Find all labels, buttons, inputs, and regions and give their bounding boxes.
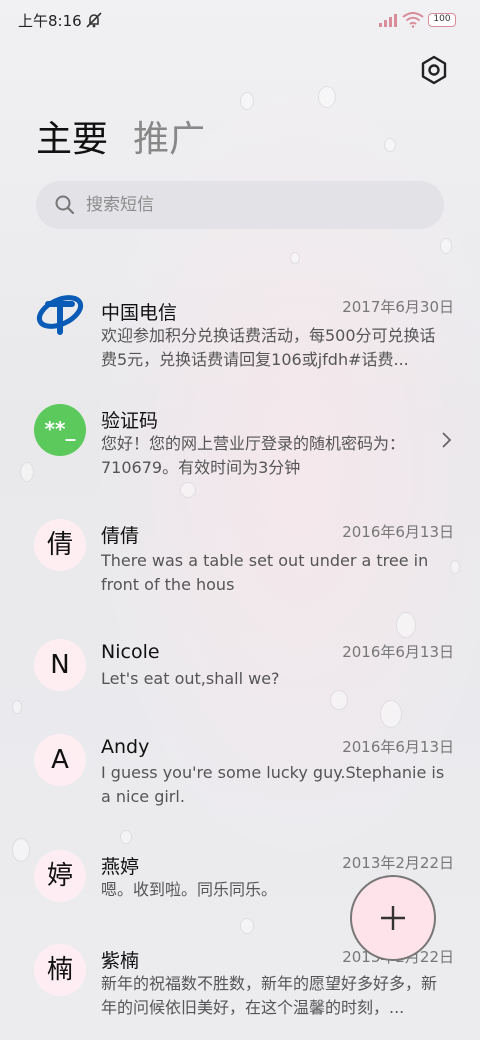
- contact-name: Andy: [101, 736, 150, 758]
- contact-name: 燕婷: [101, 856, 140, 878]
- contact-name: 中国电信: [101, 302, 178, 324]
- avatar: A: [34, 734, 86, 786]
- message-date: 2017年6月30日: [342, 298, 454, 316]
- battery-icon: 100: [428, 13, 456, 27]
- message-preview: I guess you're some lucky guy.Stephanie …: [101, 763, 445, 806]
- conversation-item[interactable]: N Nicole 2016年6月13日 Let's eat out,shall …: [0, 635, 480, 705]
- message-date: 2013年2月22日: [342, 854, 454, 872]
- search-input[interactable]: [86, 181, 426, 229]
- conversation-item[interactable]: 倩 倩倩 2016年6月13日 There was a table set ou…: [0, 515, 480, 605]
- contact-name: Nicole: [101, 641, 160, 663]
- avatar: 倩: [34, 519, 86, 571]
- chevron-right-icon[interactable]: [440, 430, 454, 450]
- verification-code-icon: **_: [34, 404, 86, 456]
- signal-icon: [379, 14, 397, 27]
- tab-main[interactable]: 主要: [36, 116, 108, 164]
- contact-name: 紫楠: [101, 950, 140, 972]
- message-preview: Let's eat out,shall we?: [101, 669, 280, 688]
- contact-name: 验证码: [101, 410, 159, 432]
- message-date: 2016年6月13日: [342, 738, 454, 756]
- conversation-item[interactable]: 中国电信 2017年6月30日 欢迎参加积分兑换话费活动，每500分可兑换话费5…: [0, 280, 480, 380]
- search-bar[interactable]: [36, 181, 444, 229]
- avatar: 婷: [34, 850, 86, 902]
- conversation-item[interactable]: **_ 验证码 您好！您的网上营业厅登录的随机密码为：710679。有效时间为3…: [0, 398, 480, 488]
- status-bar: 上午8:16 100: [0, 0, 480, 40]
- avatar: N: [34, 639, 86, 691]
- message-date: 2016年6月13日: [342, 643, 454, 661]
- avatar: 楠: [34, 944, 86, 996]
- gear-icon[interactable]: [418, 54, 450, 86]
- status-time: 上午8:16: [18, 12, 82, 30]
- china-telecom-logo-icon: [36, 295, 84, 335]
- message-preview: There was a table set out under a tree i…: [101, 551, 429, 594]
- contact-name: 倩倩: [101, 525, 140, 547]
- mute-icon: [86, 12, 102, 28]
- message-preview: 您好！您的网上营业厅登录的随机密码为：710679。有效时间为3分钟: [101, 434, 406, 477]
- tab-promotions[interactable]: 推广: [133, 116, 205, 164]
- message-preview: 欢迎参加积分兑换话费活动，每500分可兑换话费5元，兑换话费请回复106或jfd…: [101, 326, 436, 369]
- plus-icon: [381, 906, 405, 930]
- message-date: 2016年6月13日: [342, 523, 454, 541]
- new-message-button[interactable]: [350, 875, 436, 961]
- search-icon: [55, 195, 75, 215]
- message-preview: 新年的祝福数不胜数，新年的愿望好多好多，新年的问候依旧美好，在这个温馨的时刻，.…: [101, 974, 438, 1017]
- conversation-item[interactable]: A Andy 2016年6月13日 I guess you're some lu…: [0, 730, 480, 820]
- wifi-icon: [402, 12, 424, 28]
- tab-bar: 主要 推广: [36, 116, 225, 166]
